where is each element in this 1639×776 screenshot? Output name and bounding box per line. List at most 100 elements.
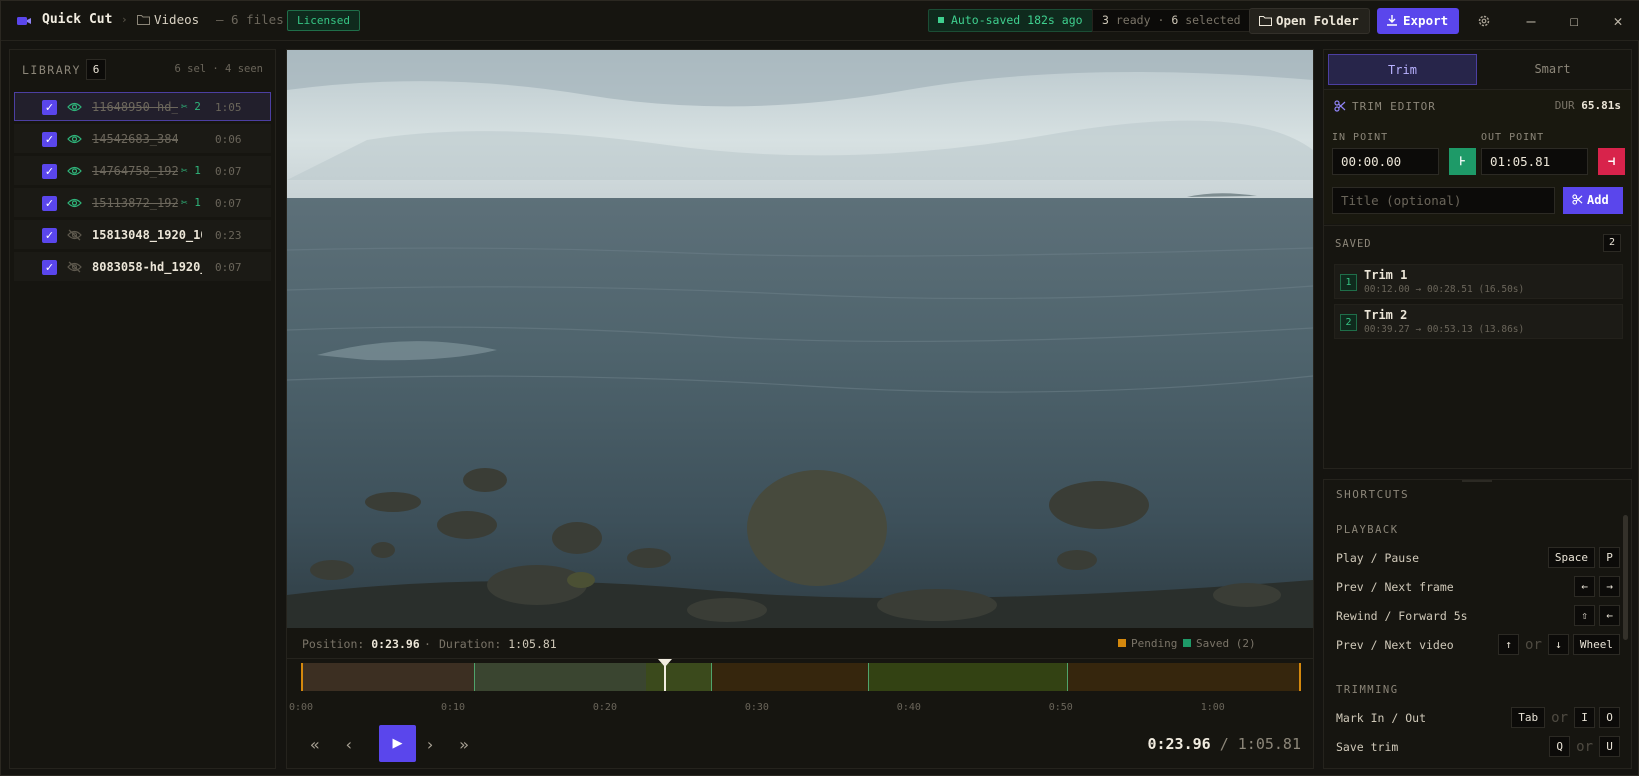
trimming-title: TRIMMING bbox=[1336, 684, 1399, 696]
item-trim-count: ✂ 2 bbox=[181, 100, 201, 113]
mark-out-button[interactable]: ⊣ bbox=[1598, 148, 1625, 175]
timeline-trim-1-rest[interactable] bbox=[646, 663, 712, 691]
item-checkbox[interactable]: ✓ bbox=[42, 196, 57, 211]
minimize-button[interactable]: — bbox=[1521, 11, 1541, 31]
item-duration: 0:07 bbox=[215, 261, 242, 274]
maximize-button[interactable]: ☐ bbox=[1564, 11, 1584, 31]
time-separator: / bbox=[1219, 735, 1229, 753]
gear-icon[interactable] bbox=[1477, 14, 1491, 28]
breadcrumb-folder[interactable]: Videos bbox=[154, 12, 199, 27]
eye-icon[interactable] bbox=[67, 165, 82, 177]
playhead[interactable] bbox=[658, 659, 673, 691]
trim-title-input[interactable]: Title (optional) bbox=[1332, 187, 1555, 214]
shortcut-label: Prev / Next frame bbox=[1336, 580, 1454, 594]
saved-title: SAVED bbox=[1335, 238, 1372, 250]
play-button[interactable]: ▶ bbox=[379, 725, 416, 762]
total-time: 1:05.81 bbox=[1237, 735, 1301, 753]
panel-resize-handle[interactable] bbox=[1462, 480, 1492, 482]
timeline-unwatched-segment bbox=[301, 663, 474, 691]
export-button[interactable]: Export bbox=[1377, 8, 1459, 34]
license-badge: Licensed bbox=[287, 10, 360, 31]
eye-off-icon[interactable] bbox=[67, 229, 82, 241]
trim-count-value: 2 bbox=[194, 100, 201, 113]
duration-label: Duration: bbox=[439, 637, 502, 651]
item-checkbox[interactable]: ✓ bbox=[42, 100, 57, 115]
shortcut-or: or bbox=[1576, 738, 1593, 755]
title-bar: Quick Cut › Videos — 6 files Licensed Au… bbox=[1, 1, 1639, 41]
saved-trim-length: (16.50s) bbox=[1478, 284, 1525, 295]
timeline-trim-1-watched[interactable] bbox=[474, 663, 646, 691]
shortcut-row: Rewind / Forward 5s ⇧ ← bbox=[1336, 605, 1620, 627]
shortcut-label: Prev / Next video bbox=[1336, 638, 1454, 652]
scrollbar-thumb[interactable] bbox=[1623, 515, 1628, 640]
position-bar: Position: 0:23.96 · Duration: 1:05.81 Pe… bbox=[287, 629, 1313, 659]
next-frame-button[interactable]: › bbox=[412, 727, 448, 763]
eye-icon[interactable] bbox=[67, 197, 82, 209]
skip-to-end-button[interactable]: » bbox=[446, 727, 482, 763]
library-item[interactable]: ✓ 15813048_1920_1080_30fps.mp4 0:23 bbox=[14, 220, 271, 249]
shortcut-key: Q bbox=[1549, 736, 1571, 757]
item-duration: 1:05 bbox=[215, 101, 242, 114]
shortcut-key: Tab bbox=[1511, 707, 1546, 728]
legend-saved: Saved (2) bbox=[1183, 637, 1256, 650]
trim-editor-title: TRIM EDITOR bbox=[1352, 100, 1436, 113]
player-panel: Position: 0:23.96 · Duration: 1:05.81 Pe… bbox=[286, 49, 1314, 769]
eye-off-icon[interactable] bbox=[67, 261, 82, 273]
prev-frame-button[interactable]: ‹ bbox=[331, 727, 367, 763]
item-checkbox[interactable]: ✓ bbox=[42, 132, 57, 147]
pending-swatch-icon bbox=[1118, 639, 1126, 647]
add-scissors-icon bbox=[1572, 194, 1583, 205]
saved-count-badge: 2 bbox=[1603, 234, 1621, 252]
playhead-handle[interactable] bbox=[658, 659, 673, 667]
item-filename: 14542683_3840_2160_24fps.mp4 bbox=[92, 132, 178, 146]
item-checkbox[interactable]: ✓ bbox=[42, 228, 57, 243]
video-preview[interactable] bbox=[287, 50, 1313, 628]
add-trim-label: Add bbox=[1587, 193, 1609, 207]
library-item[interactable]: ✓ 8083058-hd_1920_1080_25fps.mp4 0:07 bbox=[14, 252, 271, 281]
shortcut-key: U bbox=[1599, 736, 1620, 757]
library-item[interactable]: ✓ 15113872_1920_1080_60fps.mp4✂ 1 0:07 bbox=[14, 188, 271, 217]
trim-editor-section: TRIM EDITOR DUR 65.81s IN POINT OUT POIN… bbox=[1324, 89, 1631, 224]
trim-duration: DUR 65.81s bbox=[1555, 99, 1621, 112]
timeline-track[interactable] bbox=[301, 659, 1301, 691]
trim-duration-value: 65.81s bbox=[1581, 99, 1621, 112]
saved-trim-item[interactable]: 2 Trim 2 00:39.27 → 00:53.13 (13.86s) bbox=[1334, 304, 1623, 339]
item-checkbox[interactable]: ✓ bbox=[42, 260, 57, 275]
shortcut-label: Rewind / Forward 5s bbox=[1336, 609, 1468, 623]
shortcut-key: ← bbox=[1599, 605, 1620, 626]
item-trim-count: ✂ 1 bbox=[181, 196, 201, 209]
timeline-trim-2[interactable] bbox=[868, 663, 1068, 691]
add-trim-button[interactable]: Add bbox=[1563, 187, 1623, 214]
mark-in-button[interactable]: ⊦ bbox=[1449, 148, 1476, 175]
shortcut-row: Prev / Next video ↑ or ↓ Wheel bbox=[1336, 634, 1620, 656]
tab-smart[interactable]: Smart bbox=[1478, 54, 1627, 85]
trim-count-scissors-icon: ✂ bbox=[181, 100, 188, 113]
library-item[interactable]: ✓ 14542683_3840_2160_24fps.mp4 0:06 bbox=[14, 124, 271, 153]
current-time-readout: 0:23.96 / 1:05.81 bbox=[1147, 735, 1301, 753]
timeline-out-marker bbox=[1299, 663, 1301, 691]
eye-icon[interactable] bbox=[67, 133, 82, 145]
close-button[interactable]: ✕ bbox=[1608, 11, 1628, 31]
eye-icon[interactable] bbox=[67, 101, 82, 113]
ready-selected-status: 3 ready · 6 selected bbox=[1092, 9, 1251, 32]
legend-pending: Pending bbox=[1118, 637, 1177, 650]
library-item[interactable]: ✓ 14764758_1920_1080_30fps.mp4✂ 1 0:07 bbox=[14, 156, 271, 185]
shortcuts-title: SHORTCUTS bbox=[1336, 488, 1410, 501]
tab-trim[interactable]: Trim bbox=[1328, 54, 1477, 85]
skip-to-start-button[interactable]: « bbox=[297, 727, 333, 763]
breadcrumb-separator: › bbox=[121, 13, 128, 26]
saved-trim-item[interactable]: 1 Trim 1 00:12.00 → 00:28.51 (16.50s) bbox=[1334, 264, 1623, 299]
saved-trim-end: 00:53.13 bbox=[1426, 324, 1473, 335]
video-camera-icon bbox=[17, 17, 31, 25]
item-filename: 15813048_1920_1080_30fps.mp4 bbox=[92, 228, 202, 242]
legend-saved-label: Saved (2) bbox=[1196, 637, 1256, 650]
shortcut-key: ← bbox=[1574, 576, 1595, 597]
saved-trim-number: 2 bbox=[1340, 314, 1357, 331]
library-item[interactable]: ✓ 11648950-hd_1920_1080_30fps.mp4✂ 2 1:05 bbox=[14, 92, 271, 121]
out-point-field[interactable]: 01:05.81 bbox=[1481, 148, 1588, 175]
item-checkbox[interactable]: ✓ bbox=[42, 164, 57, 179]
open-folder-button[interactable]: Open Folder bbox=[1249, 8, 1370, 34]
in-point-field[interactable]: 00:00.00 bbox=[1332, 148, 1439, 175]
scissors-icon bbox=[1334, 100, 1346, 112]
current-time: 0:23.96 bbox=[1147, 735, 1211, 753]
